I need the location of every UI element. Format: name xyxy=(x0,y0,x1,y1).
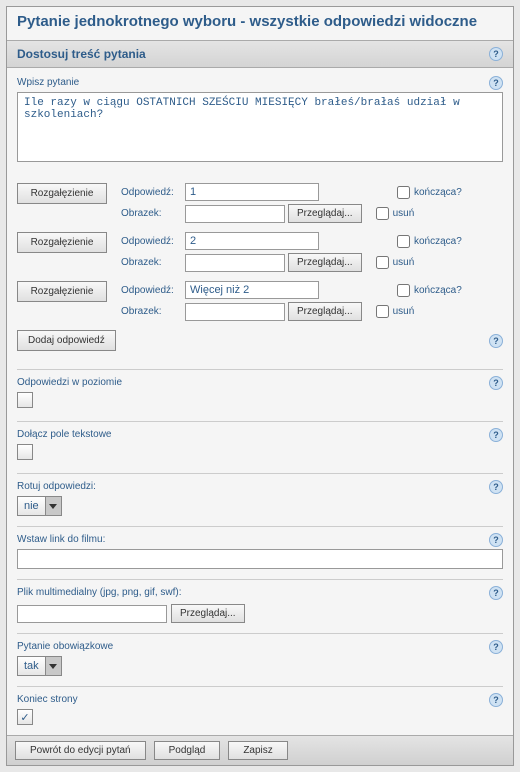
horizontal-answers-label: Odpowiedzi w poziomie xyxy=(17,377,122,388)
horizontal-answers-checkbox[interactable] xyxy=(17,392,33,408)
help-icon[interactable]: ? xyxy=(489,480,503,494)
movie-link-label: Wstaw link do filmu: xyxy=(17,534,105,545)
delete-checkbox[interactable] xyxy=(376,207,389,220)
back-to-edit-button[interactable]: Powrót do edycji pytań xyxy=(15,741,146,760)
help-icon[interactable]: ? xyxy=(489,640,503,654)
divider xyxy=(17,473,503,474)
image-file-input[interactable] xyxy=(185,205,285,223)
question-label: Wpisz pytanie xyxy=(17,77,79,88)
image-field-label: Obrazek: xyxy=(121,306,185,317)
branch-button[interactable]: Rozgałęzienie xyxy=(17,183,107,204)
ending-checkbox[interactable] xyxy=(397,186,410,199)
divider xyxy=(17,369,503,370)
image-field-label: Obrazek: xyxy=(121,208,185,219)
answer-field-label: Odpowiedź: xyxy=(121,236,185,247)
add-textfield-label: Dołącz pole tekstowe xyxy=(17,429,112,440)
rotate-answers-select[interactable]: nie xyxy=(17,496,62,516)
delete-checkbox-wrap[interactable]: usuń xyxy=(376,305,415,318)
answer-field-label: Odpowiedź: xyxy=(121,285,185,296)
browse-button[interactable]: Przeglądaj... xyxy=(288,253,362,272)
media-file-label: Plik multimedialny (jpg, png, gif, swf): xyxy=(17,587,182,598)
ending-checkbox-wrap[interactable]: kończąca? xyxy=(397,186,462,199)
help-icon[interactable]: ? xyxy=(489,47,503,61)
branch-button[interactable]: Rozgałęzienie xyxy=(17,281,107,302)
answer-input[interactable] xyxy=(185,232,319,250)
question-text-input[interactable]: Ile razy w ciągu OSTATNICH SZEŚCIU MIESI… xyxy=(17,92,503,162)
divider xyxy=(17,421,503,422)
delete-checkbox[interactable] xyxy=(376,256,389,269)
required-question-label: Pytanie obowiązkowe xyxy=(17,641,113,652)
answer-input[interactable] xyxy=(185,281,319,299)
help-icon[interactable]: ? xyxy=(489,533,503,547)
preview-button[interactable]: Podgląd xyxy=(154,741,221,760)
divider xyxy=(17,579,503,580)
rotate-answers-label: Rotuj odpowiedzi: xyxy=(17,481,96,492)
answer-field-label: Odpowiedź: xyxy=(121,187,185,198)
divider xyxy=(17,633,503,634)
add-textfield-checkbox[interactable] xyxy=(17,444,33,460)
answer-input[interactable] xyxy=(185,183,319,201)
question-editor-panel: Pytanie jednokrotnego wyboru - wszystkie… xyxy=(6,6,514,766)
image-field-label: Obrazek: xyxy=(121,257,185,268)
browse-button[interactable]: Przeglądaj... xyxy=(288,302,362,321)
end-of-page-checkbox[interactable]: ✓ xyxy=(17,709,33,725)
answer-row: Rozgałęzienie Odpowiedź: kończąca? Obraz… xyxy=(17,232,503,275)
page-title: Pytanie jednokrotnego wyboru - wszystkie… xyxy=(7,7,513,40)
required-question-select[interactable]: tak xyxy=(17,656,62,676)
delete-checkbox[interactable] xyxy=(376,305,389,318)
section-header: Dostosuj treść pytania ? xyxy=(7,40,513,68)
browse-button[interactable]: Przeglądaj... xyxy=(288,204,362,223)
help-icon[interactable]: ? xyxy=(489,428,503,442)
divider xyxy=(17,686,503,687)
chevron-down-icon xyxy=(45,497,61,515)
ending-checkbox-wrap[interactable]: kończąca? xyxy=(397,235,462,248)
delete-checkbox-wrap[interactable]: usuń xyxy=(376,207,415,220)
browse-button[interactable]: Przeglądaj... xyxy=(171,604,245,623)
help-icon[interactable]: ? xyxy=(489,376,503,390)
help-icon[interactable]: ? xyxy=(489,586,503,600)
help-icon[interactable]: ? xyxy=(489,693,503,707)
help-icon[interactable]: ? xyxy=(489,334,503,348)
media-file-input[interactable] xyxy=(17,605,167,623)
ending-checkbox[interactable] xyxy=(397,235,410,248)
branch-button[interactable]: Rozgałęzienie xyxy=(17,232,107,253)
movie-link-input[interactable] xyxy=(17,549,503,569)
image-file-input[interactable] xyxy=(185,303,285,321)
add-answer-button[interactable]: Dodaj odpowiedź xyxy=(17,330,116,351)
delete-checkbox-wrap[interactable]: usuń xyxy=(376,256,415,269)
divider xyxy=(17,526,503,527)
answer-row: Rozgałęzienie Odpowiedź: kończąca? Obraz… xyxy=(17,281,503,324)
ending-checkbox[interactable] xyxy=(397,284,410,297)
help-icon[interactable]: ? xyxy=(489,76,503,90)
chevron-down-icon xyxy=(45,657,61,675)
section-title: Dostosuj treść pytania xyxy=(17,47,146,61)
end-of-page-label: Koniec strony xyxy=(17,694,78,705)
bottom-toolbar: Powrót do edycji pytań Podgląd Zapisz xyxy=(7,735,513,765)
answers-block: Rozgałęzienie Odpowiedź: kończąca? Obraz… xyxy=(17,183,503,359)
save-button[interactable]: Zapisz xyxy=(228,741,287,760)
image-file-input[interactable] xyxy=(185,254,285,272)
ending-checkbox-wrap[interactable]: kończąca? xyxy=(397,284,462,297)
answer-row: Rozgałęzienie Odpowiedź: kończąca? Obraz… xyxy=(17,183,503,226)
